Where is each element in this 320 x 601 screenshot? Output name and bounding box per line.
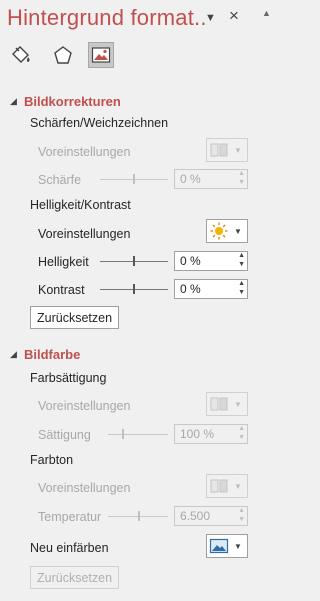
sun-icon [210,222,228,240]
saturation-spinner[interactable]: 100 % ▲ ▼ [174,424,248,444]
chevron-down-icon: ▼ [234,226,242,236]
temperature-label: Temperatur [38,510,102,524]
brightness-value: 0 % [180,254,201,268]
saturation-presets-label: Voreinstellungen [38,399,131,413]
saturation-preset-icon [210,397,228,411]
section-title: Bildfarbe [24,347,81,362]
reset-corrections-button[interactable]: Zurücksetzen [30,306,120,329]
saturation-slider-thumb[interactable] [122,429,124,439]
sharpen-presets-label: Voreinstellungen [38,145,131,159]
picture-icon [91,47,111,63]
chevron-down-icon: ▼ [234,481,242,491]
brightness-contrast-title: Helligkeit/Kontrast [30,198,131,212]
tone-preset-icon [210,479,228,493]
tab-fill[interactable] [8,42,34,68]
collapse-triangle-icon: ◢ [10,349,17,359]
saturation-slider[interactable] [108,434,168,435]
spinner-arrows-icon[interactable]: ▲ ▼ [238,169,245,187]
saturation-label: Sättigung [38,428,91,442]
saturation-value: 100 % [180,427,215,441]
format-tabs [0,38,276,72]
sharpen-presets-button[interactable]: ▼ [206,138,248,162]
chevron-down-icon: ▼ [234,399,242,409]
temperature-slider-thumb[interactable] [138,511,140,521]
sharpness-value: 0 % [180,172,201,186]
brightness-presets-button[interactable]: ▼ [206,219,248,243]
tab-effects[interactable] [50,42,76,68]
temperature-value: 6.500 [180,509,211,523]
tone-presets-button[interactable]: ▼ [206,474,248,498]
sharpen-soften-title: Schärfen/Weichzeichnen [30,116,169,130]
spinner-arrows-icon[interactable]: ▲ ▼ [238,424,245,442]
chevron-down-icon: ▼ [234,145,242,155]
temperature-spinner[interactable]: 6.500 ▲ ▼ [174,506,248,526]
sharpness-spinner[interactable]: 0 % ▲ ▼ [174,169,248,189]
contrast-spinner[interactable]: 0 % ▲ ▼ [174,279,248,299]
brightness-label: Helligkeit [38,255,89,269]
recolor-label: Neu einfärben [30,541,109,555]
section-title: Bildkorrekturen [24,94,121,109]
tab-picture[interactable] [88,42,114,68]
collapse-triangle-icon: ◢ [10,96,17,106]
contrast-label: Kontrast [38,283,85,297]
section-picture-corrections[interactable]: ◢ Bildkorrekturen [10,94,121,109]
saturation-presets-button[interactable]: ▼ [206,392,248,416]
spinner-arrows-icon[interactable]: ▲ ▼ [238,506,245,524]
paint-bucket-icon [12,46,30,63]
sharpen-preset-icon [210,143,228,157]
pane-title: Hintergrund format.. [7,5,207,30]
scroll-up-arrow-icon[interactable]: ▲ [262,8,271,18]
contrast-value: 0 % [180,282,201,296]
pane-options-chevron-icon[interactable]: ▼ [205,12,216,24]
pentagon-icon [54,46,72,64]
sharpness-label: Schärfe [38,173,82,187]
brightness-spinner[interactable]: 0 % ▲ ▼ [174,251,248,271]
close-icon[interactable]: × [229,6,239,26]
contrast-slider-thumb[interactable] [133,284,135,294]
tone-title: Farbton [30,453,74,467]
recolor-picture-icon [209,538,229,554]
reset-color-button[interactable]: Zurücksetzen [30,566,120,589]
chevron-down-icon: ▼ [234,541,242,551]
spinner-arrows-icon[interactable]: ▲ ▼ [238,279,245,297]
sharpness-slider-thumb[interactable] [133,174,135,184]
brightness-presets-label: Voreinstellungen [38,227,131,241]
brightness-slider-thumb[interactable] [133,256,135,266]
spinner-arrows-icon[interactable]: ▲ ▼ [238,251,245,269]
tone-presets-label: Voreinstellungen [38,481,131,495]
pane-header: Hintergrund format.. ▼ × ▲ [0,0,276,38]
saturation-title: Farbsättigung [30,371,107,385]
section-picture-color[interactable]: ◢ Bildfarbe [10,347,80,362]
recolor-button[interactable]: ▼ [206,534,248,558]
